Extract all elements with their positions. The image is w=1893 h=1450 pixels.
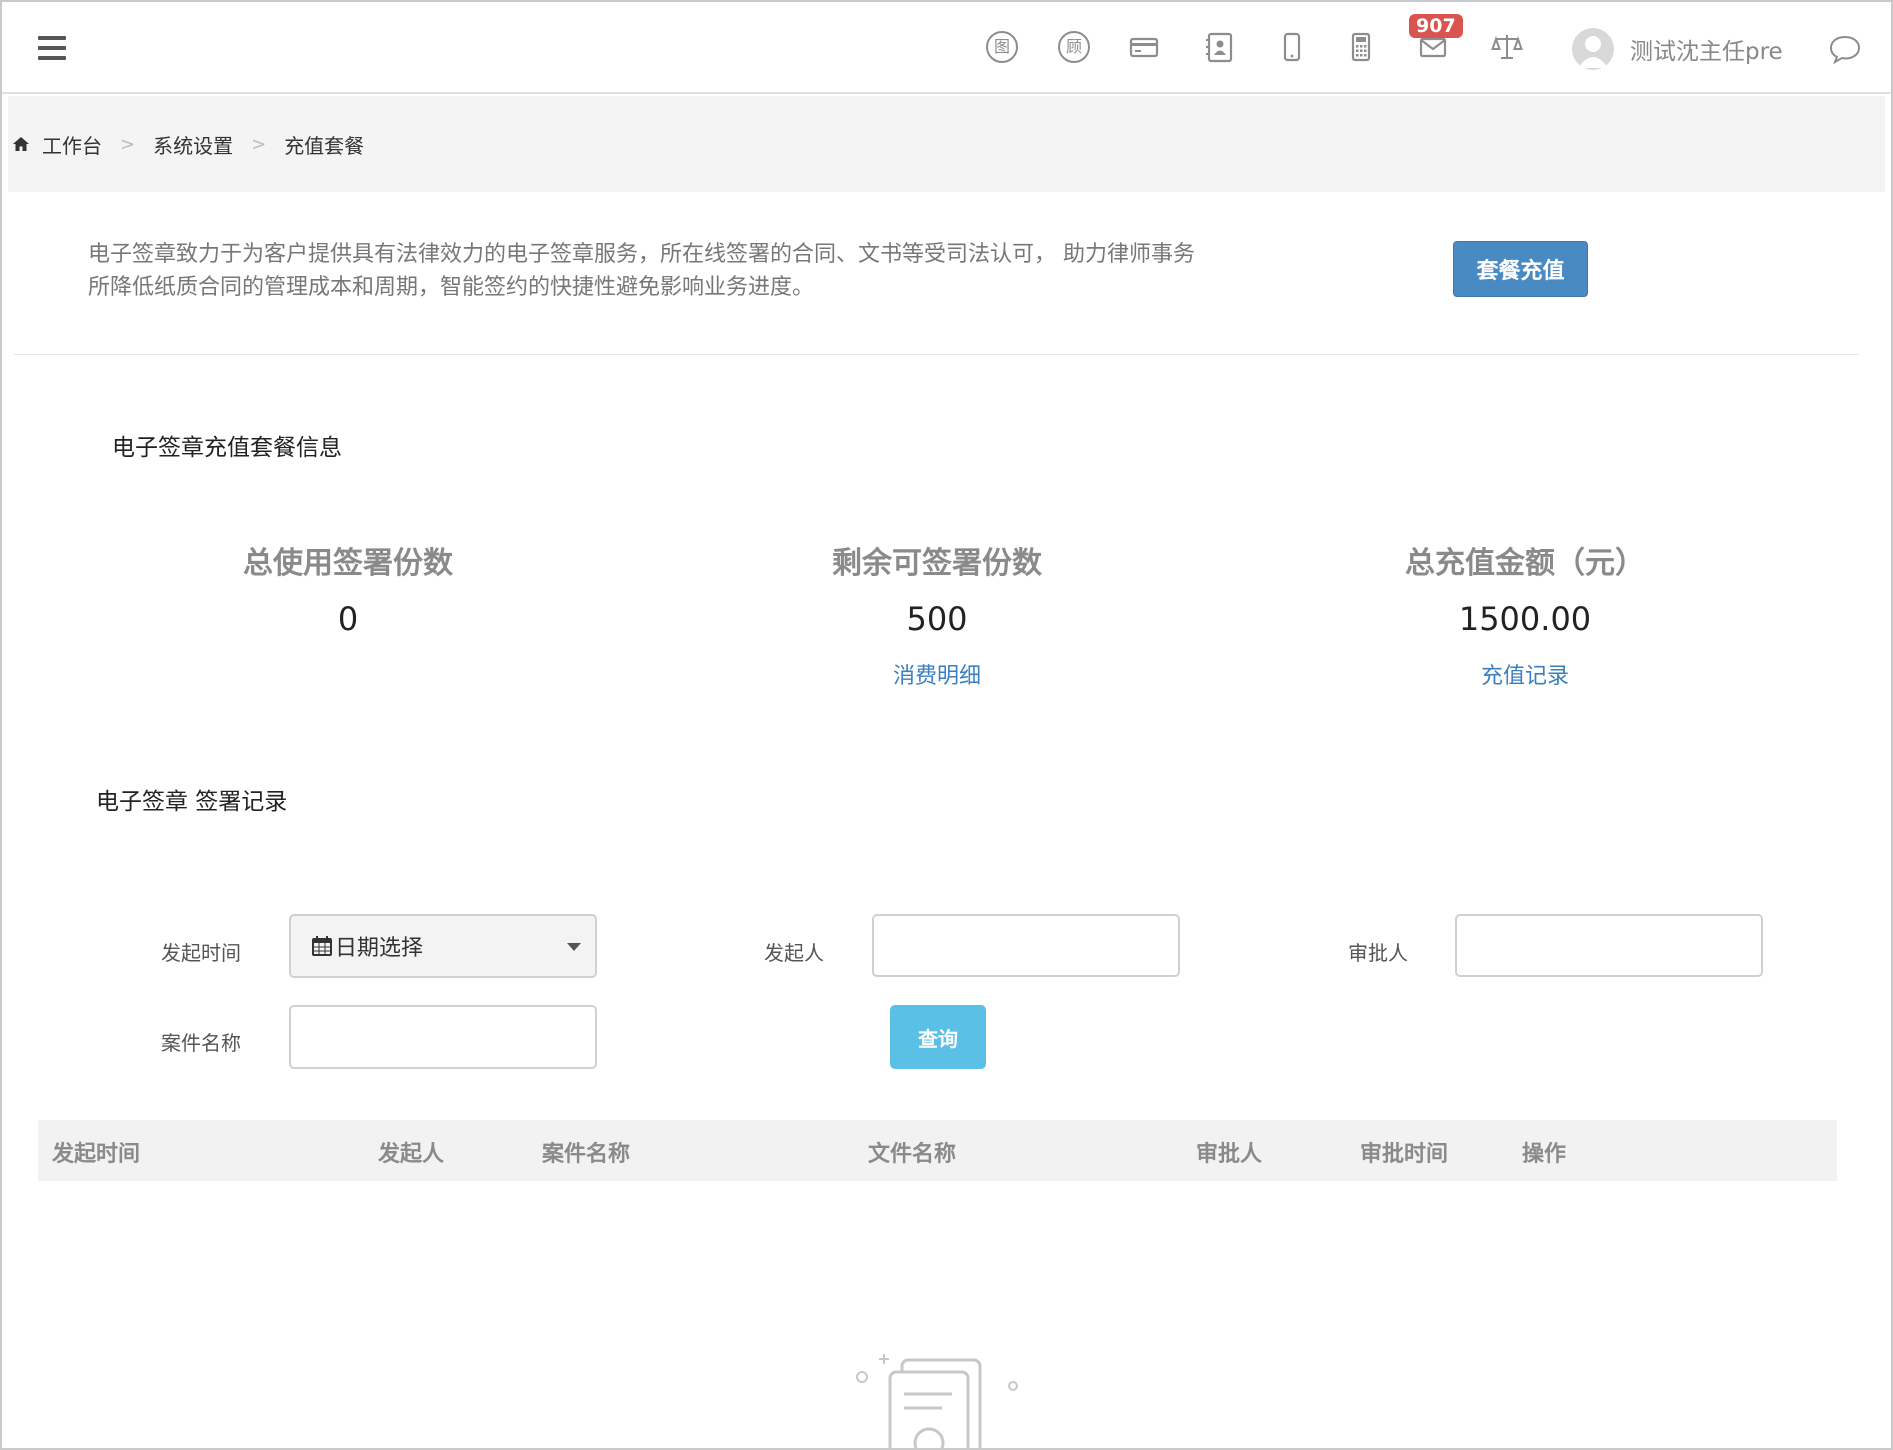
records-table-header: 发起时间 发起人 案件名称 文件名称 审批人 审批时间 操作 (38, 1120, 1837, 1181)
breadcrumb-separator: > (251, 133, 267, 155)
col-initiator: 发起人 (378, 1142, 445, 1167)
contacts-icon[interactable] (1202, 30, 1236, 64)
calendar-icon (312, 936, 332, 956)
stat-label: 总使用签署份数 (243, 546, 453, 581)
initiator-label: 发起人 (764, 941, 824, 965)
col-approver: 审批人 (1196, 1142, 1263, 1167)
package-info-title: 电子签章充值套餐信息 (112, 435, 342, 461)
top-navbar: 图 顾 907 测试沈主任pre (2, 2, 1891, 94)
query-button[interactable]: 查询 (890, 1005, 986, 1069)
home-icon[interactable] (12, 135, 30, 153)
stat-label: 总充值金额（元） (1405, 546, 1645, 581)
sign-records-title: 电子签章 签署记录 (96, 789, 288, 815)
breadcrumb-separator: > (120, 133, 136, 155)
col-start-time: 发起时间 (52, 1142, 141, 1167)
col-approval-time: 审批时间 (1360, 1142, 1449, 1167)
gu-circle-icon[interactable]: 顾 (1057, 30, 1091, 64)
divider (14, 354, 1859, 355)
col-file-name: 文件名称 (868, 1142, 957, 1167)
gu-char: 顾 (1058, 31, 1090, 63)
col-case-name: 案件名称 (542, 1142, 631, 1167)
mobile-icon[interactable] (1275, 30, 1309, 64)
col-operation: 操作 (1522, 1142, 1567, 1167)
date-select-value: 日期选择 (335, 936, 424, 961)
initiator-input[interactable] (872, 914, 1180, 977)
stat-total-used: 总使用签署份数 0 (148, 538, 548, 638)
approver-input[interactable] (1455, 914, 1763, 977)
stat-value: 0 (337, 600, 359, 638)
date-select[interactable]: 日期选择 (289, 914, 597, 978)
scale-icon[interactable] (1490, 30, 1524, 64)
breadcrumb-system-settings[interactable]: 系统设置 (153, 130, 233, 159)
stat-label: 剩余可签署份数 (832, 546, 1042, 581)
tu-circle-icon[interactable]: 图 (985, 30, 1019, 64)
intro-text: 电子签章致力于为客户提供具有法律效力的电子签章服务，所在线签署的合同、文书等受司… (88, 242, 1195, 300)
calculator-icon[interactable] (1344, 30, 1378, 64)
approver-label: 审批人 (1348, 941, 1408, 965)
empty-document-icon (856, 1354, 1018, 1448)
menu-icon[interactable] (38, 36, 66, 60)
avatar[interactable] (1572, 28, 1614, 70)
package-recharge-button[interactable]: 套餐充值 (1453, 241, 1588, 297)
tu-char: 图 (986, 31, 1018, 63)
breadcrumb-current: 充值套餐 (284, 133, 365, 158)
stat-value: 1500.00 (1458, 600, 1592, 638)
start-time-label: 发起时间 (161, 941, 241, 965)
chevron-down-icon (567, 943, 581, 951)
stat-value: 500 (906, 600, 968, 638)
consumption-detail-link[interactable]: 消费明细 (893, 658, 981, 690)
username[interactable]: 测试沈主任pre (1630, 32, 1783, 66)
recharge-record-link[interactable]: 充值记录 (1481, 658, 1569, 690)
stat-remaining: 剩余可签署份数 500 消费明细 (737, 538, 1137, 690)
case-name-label: 案件名称 (161, 1031, 241, 1055)
breadcrumb-workbench[interactable]: 工作台 (42, 130, 102, 159)
app-window: 图 顾 907 测试沈主任pre 工作台 > 系统设置 > 充值套餐 电子签章致… (0, 0, 1893, 1450)
chat-icon[interactable] (1828, 34, 1862, 68)
card-icon[interactable] (1127, 30, 1161, 64)
case-name-input[interactable] (289, 1005, 597, 1069)
breadcrumb: 工作台 > 系统设置 > 充值套餐 (8, 96, 1885, 192)
mail-badge: 907 (1409, 14, 1463, 38)
stat-total-recharge: 总充值金额（元） 1500.00 充值记录 (1325, 538, 1725, 690)
